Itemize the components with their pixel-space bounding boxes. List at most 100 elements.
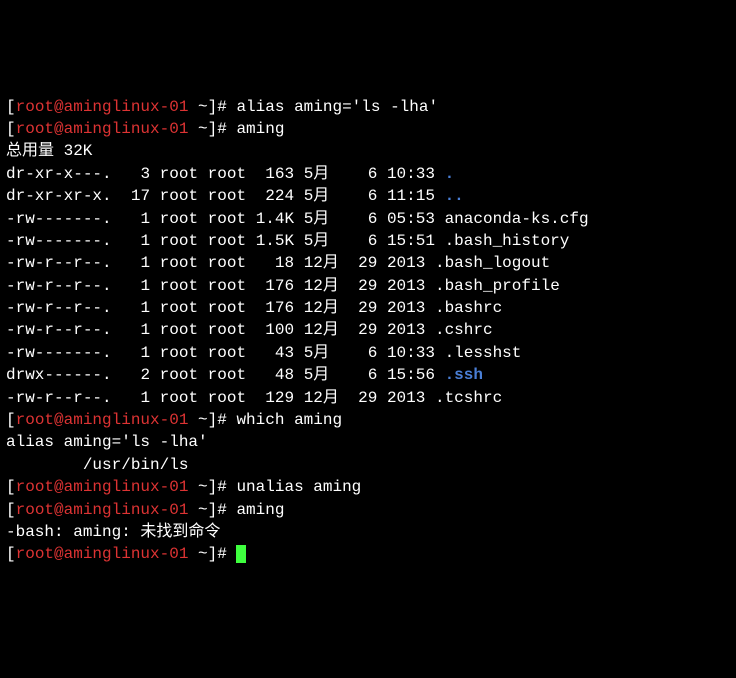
group: root [208,344,246,362]
links: 1 [121,344,150,362]
month: 5月 [304,165,330,183]
command-line: [root@aminglinux-01 ~]# aming [6,118,730,140]
size: 1.4K [256,210,294,228]
which-output: /usr/bin/ls [6,454,730,476]
prompt-path: ~ [188,501,207,519]
prompt-bracket: ]# [208,120,237,138]
command-line: [root@aminglinux-01 ~]# unalias aming [6,476,730,498]
time: 2013 [387,277,425,295]
links: 3 [121,165,150,183]
command-line: [root@aminglinux-01 ~]# aming [6,499,730,521]
month: 5月 [304,232,330,250]
ls-row: -rw-------. 1 root root 43 5月 6 10:33 .l… [6,342,730,364]
prompt-bracket: ]# [208,501,237,519]
group: root [208,299,246,317]
owner: root [160,232,198,250]
owner: root [160,277,198,295]
time: 05:53 [387,210,435,228]
ls-row: -rw-r--r--. 1 root root 176 12月 29 2013 … [6,297,730,319]
links: 1 [121,210,150,228]
links: 1 [121,277,150,295]
prompt-bracket: ]# [208,545,237,563]
file-name: .cshrc [435,321,493,339]
prompt-bracket: [ [6,120,16,138]
day: 6 [339,344,377,362]
time: 2013 [387,299,425,317]
size: 48 [256,366,294,384]
terminal[interactable]: [root@aminglinux-01 ~]# alias aming='ls … [6,96,730,566]
links: 1 [121,254,150,272]
ls-row: -rw-r--r--. 1 root root 100 12月 29 2013 … [6,319,730,341]
owner: root [160,254,198,272]
perms: -rw-------. [6,210,112,228]
ls-row: -rw-------. 1 root root 1.5K 5月 6 15:51 … [6,230,730,252]
prompt-user: root@aminglinux-01 [16,545,189,563]
file-name: anaconda-ks.cfg [445,210,589,228]
day: 6 [339,210,377,228]
prompt-path: ~ [188,120,207,138]
day: 6 [339,187,377,205]
prompt-path: ~ [188,411,207,429]
size: 129 [256,389,294,407]
day: 29 [349,389,378,407]
prompt-user: root@aminglinux-01 [16,411,189,429]
group: root [208,254,246,272]
ls-row: dr-xr-xr-x. 17 root root 224 5月 6 11:15 … [6,185,730,207]
month: 5月 [304,344,330,362]
total-line: 总用量 32K [6,140,730,162]
links: 1 [121,232,150,250]
owner: root [160,389,198,407]
command-text: unalias aming [236,478,361,496]
perms: dr-xr-xr-x. [6,187,112,205]
prompt-bracket: ]# [208,98,237,116]
ls-row: -rw-r--r--. 1 root root 18 12月 29 2013 .… [6,252,730,274]
links: 2 [121,366,150,384]
group: root [208,210,246,228]
group: root [208,277,246,295]
owner: root [160,165,198,183]
owner: root [160,299,198,317]
month: 12月 [304,321,339,339]
size: 18 [256,254,294,272]
perms: dr-xr-x---. [6,165,112,183]
command-text: aming [236,501,284,519]
file-name: .bash_history [445,232,570,250]
owner: root [160,187,198,205]
perms: -rw-r--r--. [6,389,112,407]
day: 6 [339,366,377,384]
time: 15:51 [387,232,435,250]
perms: -rw-------. [6,232,112,250]
day: 29 [349,321,378,339]
day: 29 [349,254,378,272]
links: 17 [121,187,150,205]
links: 1 [121,389,150,407]
time: 2013 [387,321,425,339]
day: 29 [349,299,378,317]
prompt-bracket: [ [6,501,16,519]
month: 12月 [304,389,339,407]
file-name: .ssh [445,366,483,384]
time: 2013 [387,389,425,407]
cursor [236,545,246,563]
prompt-user: root@aminglinux-01 [16,501,189,519]
month: 12月 [304,254,339,272]
command-line[interactable]: [root@aminglinux-01 ~]# [6,543,730,565]
month: 12月 [304,299,339,317]
time: 10:33 [387,344,435,362]
time: 10:33 [387,165,435,183]
time: 11:15 [387,187,435,205]
prompt-bracket: [ [6,411,16,429]
error-line: -bash: aming: 未找到命令 [6,521,730,543]
group: root [208,389,246,407]
group: root [208,232,246,250]
prompt-bracket: ]# [208,478,237,496]
command-line: [root@aminglinux-01 ~]# which aming [6,409,730,431]
command-line: [root@aminglinux-01 ~]# alias aming='ls … [6,96,730,118]
prompt-bracket: [ [6,98,16,116]
prompt-bracket: [ [6,478,16,496]
ls-row: drwx------. 2 root root 48 5月 6 15:56 .s… [6,364,730,386]
file-name: .bashrc [435,299,502,317]
prompt-path: ~ [188,98,207,116]
links: 1 [121,321,150,339]
group: root [208,321,246,339]
